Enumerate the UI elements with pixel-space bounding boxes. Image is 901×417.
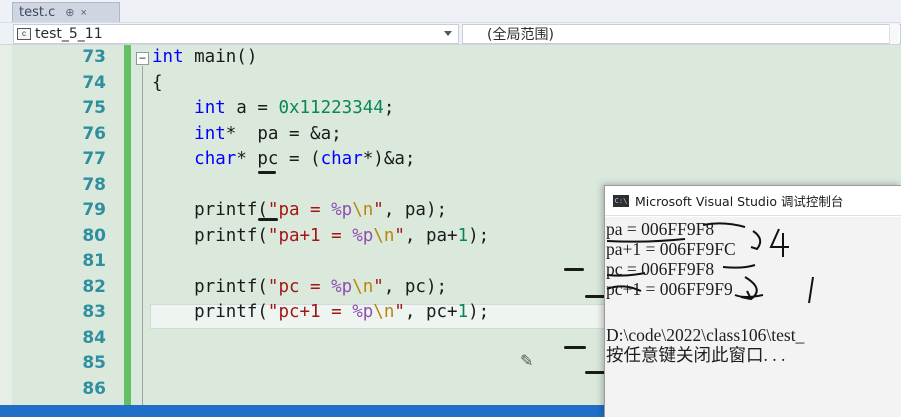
line-number: 76 — [82, 123, 106, 144]
tab-icons: ⊕× — [65, 6, 93, 19]
pin-icon[interactable]: ⊕ — [65, 7, 80, 19]
code-line[interactable]: char* pc = (char*)&a; — [152, 147, 415, 172]
code-line[interactable]: { — [152, 71, 163, 96]
line-number: 80 — [82, 225, 106, 246]
line-number: 78 — [82, 174, 106, 195]
tab-test-c[interactable]: test.c ⊕× — [12, 2, 120, 22]
handwritten-underline — [564, 346, 586, 349]
code-line[interactable]: int main() — [152, 45, 257, 70]
handwritten-underline — [258, 218, 278, 221]
change-tracking-bar — [124, 45, 131, 405]
line-number: 84 — [82, 327, 106, 348]
line-number: 73 — [82, 47, 106, 67]
line-number: 74 — [82, 72, 106, 93]
console-title: Microsoft Visual Studio 调试控制台 — [635, 194, 844, 209]
console-output-line: pa = 006FF9F8 — [606, 219, 715, 239]
line-number: 77 — [82, 149, 106, 169]
scope-name: (全局范围) — [487, 27, 554, 43]
debug-console-window[interactable]: C:\ Microsoft Visual Studio 调试控制台 pa = 0… — [604, 185, 901, 417]
line-numbers: 73 74 75 76 77 78 79 80 81 82 83 84 85 86 — [12, 45, 124, 405]
code-line[interactable]: printf("pc+1 = %p\n", pc+1); — [152, 300, 489, 325]
collapse-toggle-icon[interactable]: − — [136, 52, 149, 65]
line-number: 82 — [82, 276, 106, 297]
code-line[interactable]: int* pa = &a; — [152, 122, 342, 147]
line-number: 86 — [82, 378, 106, 399]
console-output-line: pc+1 = 006FF9F9 — [606, 279, 733, 299]
console-output-line: pc = 006FF9F8 — [606, 259, 715, 279]
nav-scroll-block — [889, 24, 899, 44]
project-dropdown[interactable]: c test_5_11 — [13, 24, 459, 44]
document-tab-strip: test.c ⊕× — [0, 0, 901, 23]
gutter — [0, 45, 12, 405]
console-output-line: D:\code\2022\class106\test_ — [606, 325, 805, 345]
code-line[interactable]: printf("pa = %p\n", pa); — [152, 198, 447, 223]
line-number: 75 — [82, 98, 106, 118]
line-number: 85 — [82, 353, 106, 373]
project-name: test_5_11 — [35, 26, 103, 42]
console-output[interactable]: pa = 006FF9F8 pa+1 = 006FF9FC pc = 006FF9F… — [605, 217, 901, 417]
handwritten-underline — [258, 171, 276, 174]
code-line[interactable]: printf("pa+1 = %p\n", pa+1); — [152, 224, 489, 249]
line-number: 81 — [82, 251, 106, 271]
console-output-line: pa+1 = 006FF9FC — [606, 239, 736, 259]
close-icon[interactable]: × — [80, 7, 92, 19]
navigation-bar: c test_5_11 (全局范围) — [0, 23, 901, 45]
code-line[interactable]: int a = 0x11223344; — [152, 96, 394, 121]
code-line[interactable]: printf("pc = %p\n", pc); — [152, 275, 447, 300]
chevron-down-icon[interactable] — [444, 31, 452, 36]
pencil-icon: ✎ — [520, 353, 534, 370]
scope-dropdown[interactable]: (全局范围) — [462, 24, 901, 44]
line-number: 79 — [82, 200, 106, 220]
handwritten-underline — [564, 268, 584, 271]
project-icon: c — [17, 28, 31, 40]
console-titlebar[interactable]: C:\ Microsoft Visual Studio 调试控制台 — [605, 186, 901, 216]
console-output-line: 按任意键关闭此窗口. . . — [606, 345, 786, 365]
console-app-icon: C:\ — [613, 194, 629, 207]
line-number: 83 — [82, 302, 106, 322]
fold-guide-line — [142, 66, 143, 405]
tab-title: test.c — [19, 5, 56, 20]
